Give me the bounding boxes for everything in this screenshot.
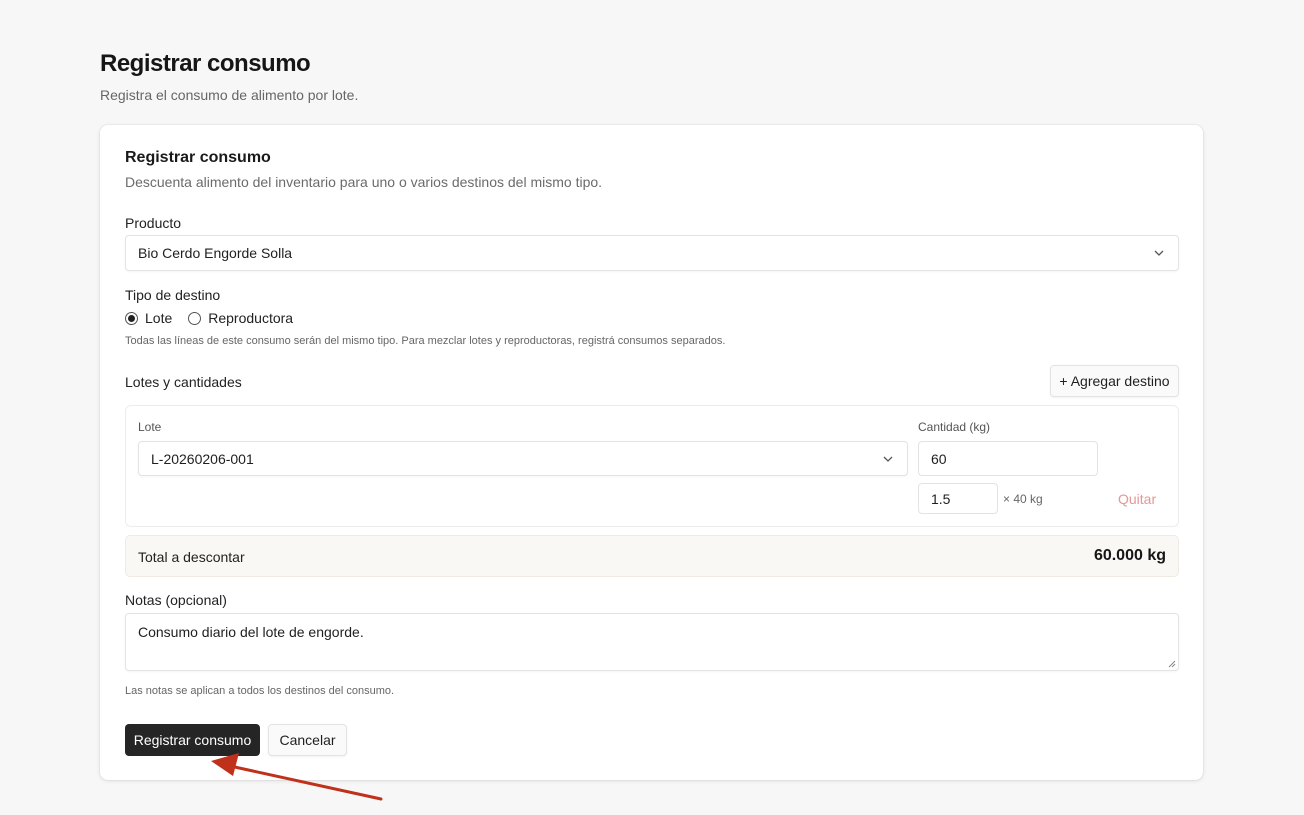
chevron-down-icon: [1154, 250, 1164, 256]
card-description: Descuenta alimento del inventario para u…: [125, 174, 603, 190]
add-destination-button[interactable]: + Agregar destino: [1050, 365, 1179, 397]
product-label: Producto: [125, 215, 182, 231]
destination-type-hint: Todas las líneas de este consumo serán d…: [125, 335, 726, 347]
card-title: Registrar consumo: [125, 149, 271, 166]
quantity-label: Cantidad (kg): [918, 420, 991, 434]
notes-hint: Las notas se aplican a todos los destino…: [125, 685, 395, 697]
resize-grip-icon[interactable]: [1168, 660, 1176, 668]
destination-type-label: Tipo de destino: [125, 287, 221, 303]
radio-reproductora-label[interactable]: Reproductora: [208, 310, 293, 326]
lot-label: Lote: [138, 420, 162, 434]
remove-line-link[interactable]: Quitar: [1118, 491, 1156, 507]
total-value: 60.000 kg: [1093, 547, 1166, 564]
quantity-value: 60: [931, 450, 947, 467]
total-label: Total a descontar: [138, 549, 245, 565]
page-header: Registrar consumo Registra el consumo de…: [100, 50, 358, 103]
submit-button[interactable]: Registrar consumo: [125, 724, 260, 756]
lot-select[interactable]: L-20260206-001: [138, 441, 908, 476]
radio-reproductora[interactable]: [188, 311, 202, 325]
total-summary: Total a descontar 60.000 kg: [125, 535, 1179, 577]
units-input[interactable]: 1.5: [918, 483, 998, 514]
chevron-down-icon: [883, 456, 893, 462]
destination-line: Lote L-20260206-001 Cantidad (kg) 60 1.5…: [125, 405, 1179, 527]
units-value: 1.5: [931, 490, 951, 507]
product-selected-value: Bio Cerdo Engorde Solla: [138, 245, 293, 261]
radio-lote-label[interactable]: Lote: [145, 310, 172, 326]
consumption-form-card: Registrar consumo Descuenta alimento del…: [100, 125, 1203, 780]
quantity-input[interactable]: 60: [918, 441, 1098, 476]
page-title: Registrar consumo: [100, 50, 311, 77]
radio-lote[interactable]: [125, 311, 138, 325]
cancel-button[interactable]: Cancelar: [268, 724, 347, 756]
destination-type-radio-group: Lote Reproductora: [125, 310, 293, 326]
lot-selected-value: L-20260206-001: [151, 450, 254, 467]
notes-value: Consumo diario del lote de engorde.: [138, 624, 364, 640]
notes-label: Notas (opcional): [125, 592, 227, 608]
notes-textarea[interactable]: Consumo diario del lote de engorde.: [125, 613, 1179, 671]
product-select[interactable]: Bio Cerdo Engorde Solla: [125, 235, 1179, 271]
page-subtitle: Registra el consumo de alimento por lote…: [100, 87, 359, 103]
unit-size-note: × 40 kg: [1003, 492, 1043, 506]
lines-section-label: Lotes y cantidades: [125, 374, 242, 390]
